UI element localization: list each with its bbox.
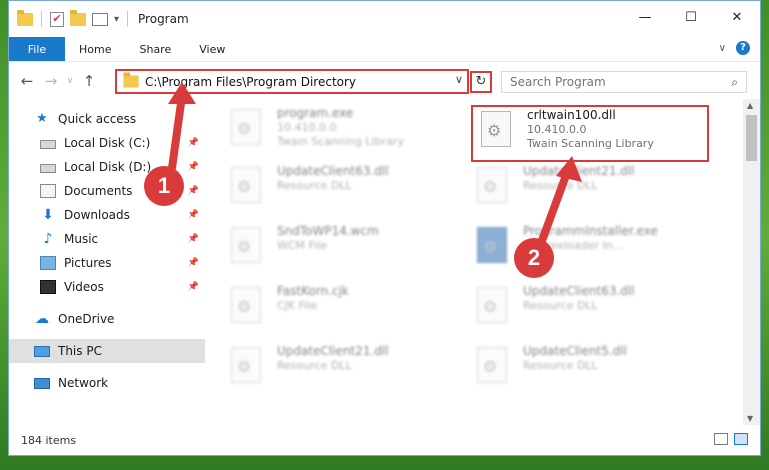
arrow-1-head <box>168 82 196 104</box>
arrow-1 <box>168 92 186 172</box>
arrow-2 <box>536 166 572 250</box>
annotation-arrows <box>168 82 582 250</box>
step-badge-2: 2 <box>514 238 554 278</box>
step-badge-1: 1 <box>144 166 184 206</box>
arrow-2-head <box>556 156 582 182</box>
